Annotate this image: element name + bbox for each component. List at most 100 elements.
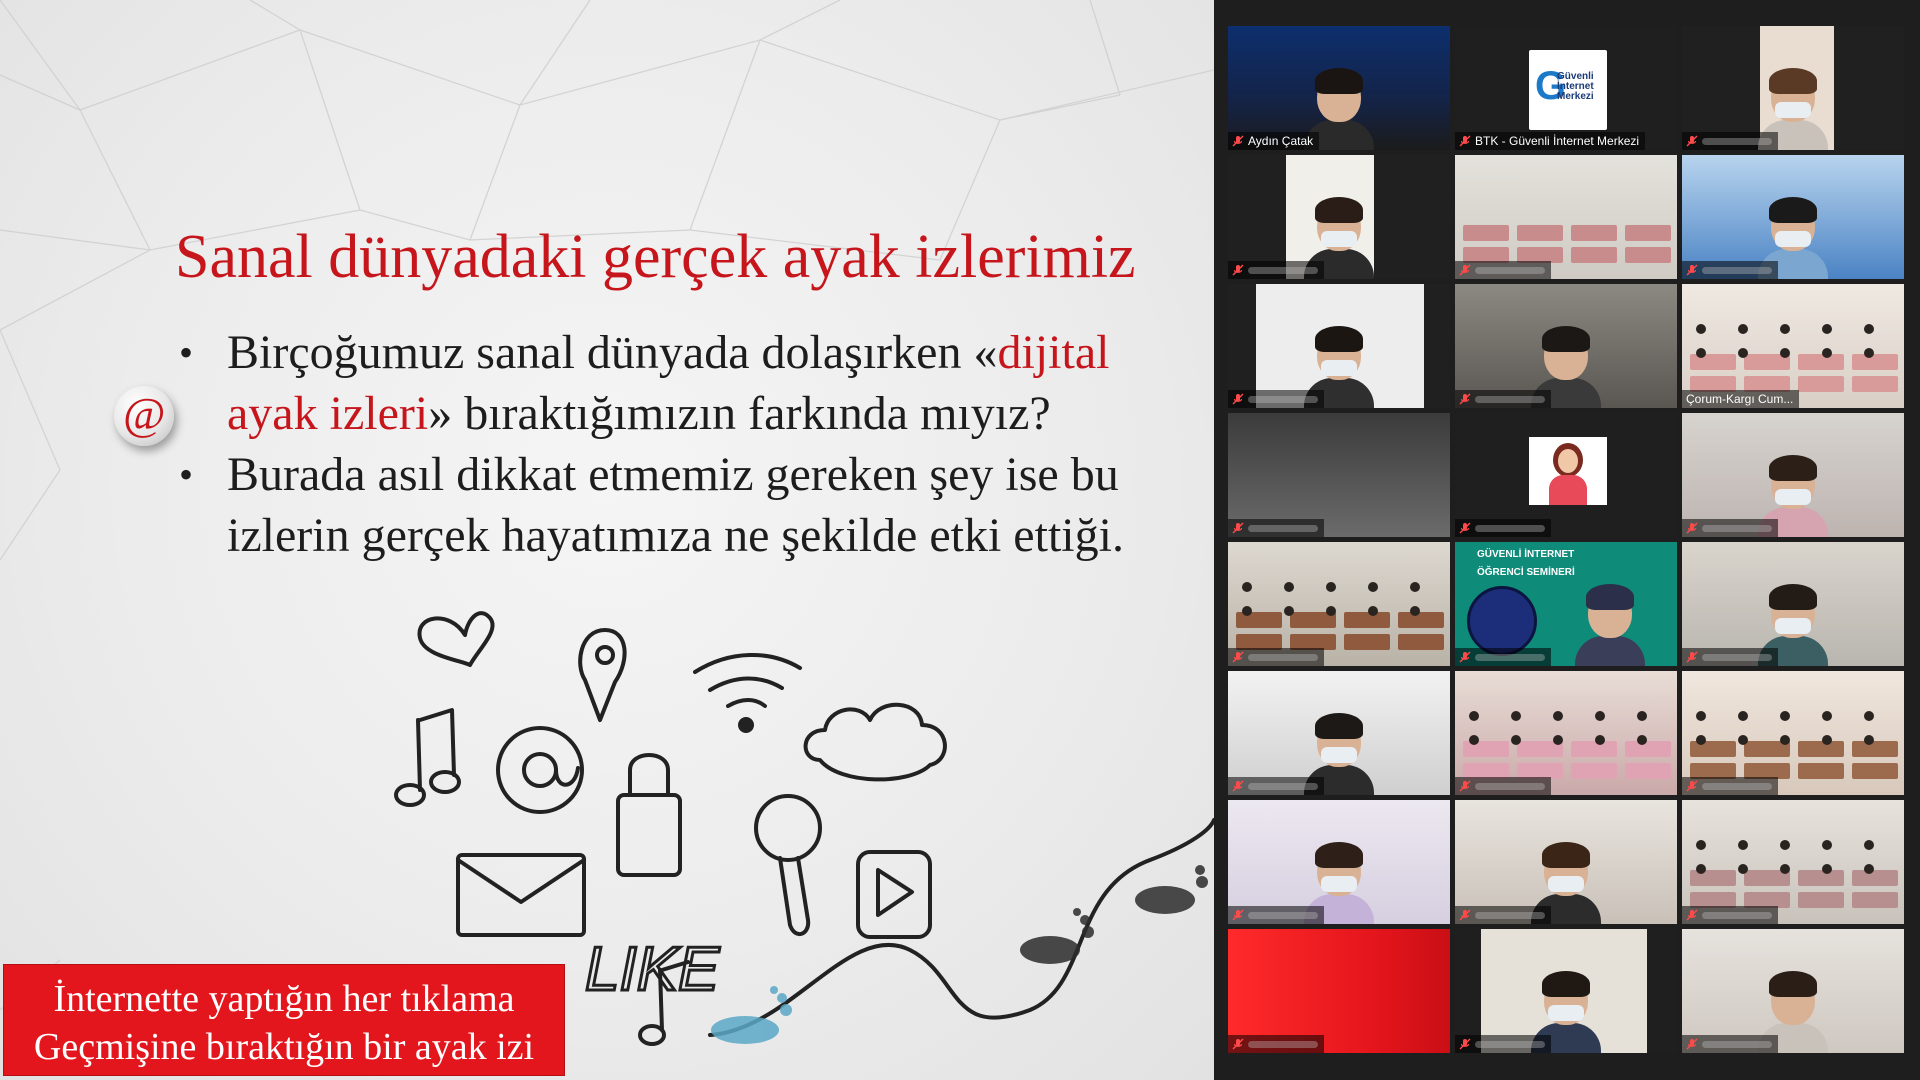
bullet-dot: • [179,452,194,497]
participant-name-bar [1682,777,1778,795]
participant-person [1575,584,1645,666]
participant-tile[interactable] [1682,671,1904,795]
participant-tile[interactable] [1455,929,1677,1053]
muted-microphone-icon [1232,264,1244,276]
participant-name-bar [1228,777,1324,795]
participant-tile[interactable] [1455,284,1677,408]
participant-tile[interactable] [1228,929,1450,1053]
muted-microphone-icon [1459,264,1471,276]
participant-tile[interactable] [1228,155,1450,279]
participant-tile[interactable] [1682,542,1904,666]
heart-icon [417,611,495,667]
envelope-icon [456,853,586,937]
participant-tile[interactable] [1682,26,1904,150]
participant-tile[interactable]: G Güvenli İnternet Merkezi BTK - Güvenli İ… [1455,26,1677,150]
face-mask [1548,1005,1584,1021]
participant-name-bar [1682,906,1778,924]
participant-tile[interactable] [1455,800,1677,924]
participant-name-blurred [1702,266,1772,274]
participant-tile[interactable]: Çorum-Kargı Cum... [1682,284,1904,408]
face-mask [1775,231,1811,247]
muted-microphone-icon [1232,780,1244,792]
bullet-1-text-b: » bıraktığımızın farkında mıyız? [428,387,1051,440]
face-mask [1775,489,1811,505]
participant-name-blurred [1475,395,1545,403]
participant-name-bar [1455,648,1551,666]
participant-tile[interactable] [1228,284,1450,408]
muted-microphone-icon [1232,393,1244,405]
muted-microphone-icon [1686,909,1698,921]
participant-tile[interactable]: GÜVENLİ İNTERNET ÖĞRENCİ SEMİNERİ [1455,542,1677,666]
participant-name-bar [1455,519,1551,537]
muted-microphone-icon [1459,651,1471,663]
participant-name-blurred [1248,911,1318,919]
participant-name-bar [1228,390,1324,408]
muted-microphone-icon [1459,909,1471,921]
face-mask [1321,231,1357,247]
muted-microphone-icon [1686,264,1698,276]
logo-text: Güvenli İnternet Merkezi [1557,71,1594,102]
participant-name-bar: Çorum-Kargı Cum... [1682,390,1800,408]
shared-screen-slide: Sanal dünyadaki gerçek ayak izlerimiz @ … [0,0,1214,1080]
slide-bullet-list: • Birçoğumuz sanal dünyada dolaşırken «d… [175,322,1205,566]
participant-tile[interactable] [1228,671,1450,795]
email-at-icon [496,726,584,814]
participant-tile[interactable]: Aydın Çatak [1228,26,1450,150]
muted-microphone-icon [1459,135,1471,147]
participant-name-blurred [1475,782,1545,790]
participant-name-blurred [1475,1040,1545,1048]
magnifier-icon [754,794,822,862]
participant-name-blurred [1475,911,1545,919]
face-mask [1548,876,1584,892]
participant-name-blurred [1475,266,1545,274]
bullet-1-highlight-a: dijital [997,326,1110,379]
muted-microphone-icon [1686,651,1698,663]
location-pin-icon [578,628,627,722]
participant-name-bar [1682,519,1778,537]
muted-microphone-icon [1459,522,1471,534]
participant-tile[interactable] [1455,413,1677,537]
footprint-icon [711,986,792,1044]
at-sign-icon: @ [114,386,174,446]
muted-microphone-icon [1459,1038,1471,1050]
seminar-speaker-photo [1467,586,1537,656]
participant-tile[interactable] [1228,542,1450,666]
muted-microphone-icon [1686,780,1698,792]
participant-name: BTK - Güvenli İnternet Merkezi [1475,134,1640,148]
muted-microphone-icon [1686,135,1698,147]
participant-name-bar [1455,777,1551,795]
participant-name-blurred [1248,782,1318,790]
participant-name-bar: BTK - Güvenli İnternet Merkezi [1455,132,1646,150]
participant-name-bar [1228,906,1324,924]
muted-microphone-icon [1232,522,1244,534]
participant-name-blurred [1702,137,1772,145]
participant-name-bar [1455,1035,1551,1053]
participant-name-bar [1682,1035,1778,1053]
seminar-banner-line-1: GÜVENLİ İNTERNET [1477,549,1575,560]
participant-tile[interactable] [1228,800,1450,924]
lock-icon [628,753,670,797]
music-note-icon [416,708,456,792]
participant-name-blurred [1702,524,1772,532]
face-mask [1775,618,1811,634]
bullet-item-1: • Birçoğumuz sanal dünyada dolaşırken «d… [175,322,1205,444]
muted-microphone-icon [1459,393,1471,405]
seminar-banner-line-2: ÖĞRENCİ SEMİNERİ [1477,567,1575,578]
participant-name-blurred [1248,524,1318,532]
participant-tile[interactable] [1455,155,1677,279]
muted-microphone-icon [1232,651,1244,663]
muted-microphone-icon [1686,522,1698,534]
caption-line-2: Geçmişine bıraktığın bir ayak izi [33,1026,535,1068]
participant-tile[interactable] [1228,413,1450,537]
participant-tile[interactable] [1682,800,1904,924]
participant-name-blurred [1475,524,1545,532]
participant-tile[interactable] [1682,413,1904,537]
slide-title: Sanal dünyadaki gerçek ayak izlerimiz [175,223,1136,291]
cloud-icon [803,702,947,782]
participant-tile[interactable] [1455,671,1677,795]
participant-name-blurred [1248,1040,1318,1048]
participant-tile[interactable] [1682,155,1904,279]
participant-tile[interactable] [1682,929,1904,1053]
footprint-icon [1020,865,1208,964]
participant-name-blurred [1702,911,1772,919]
